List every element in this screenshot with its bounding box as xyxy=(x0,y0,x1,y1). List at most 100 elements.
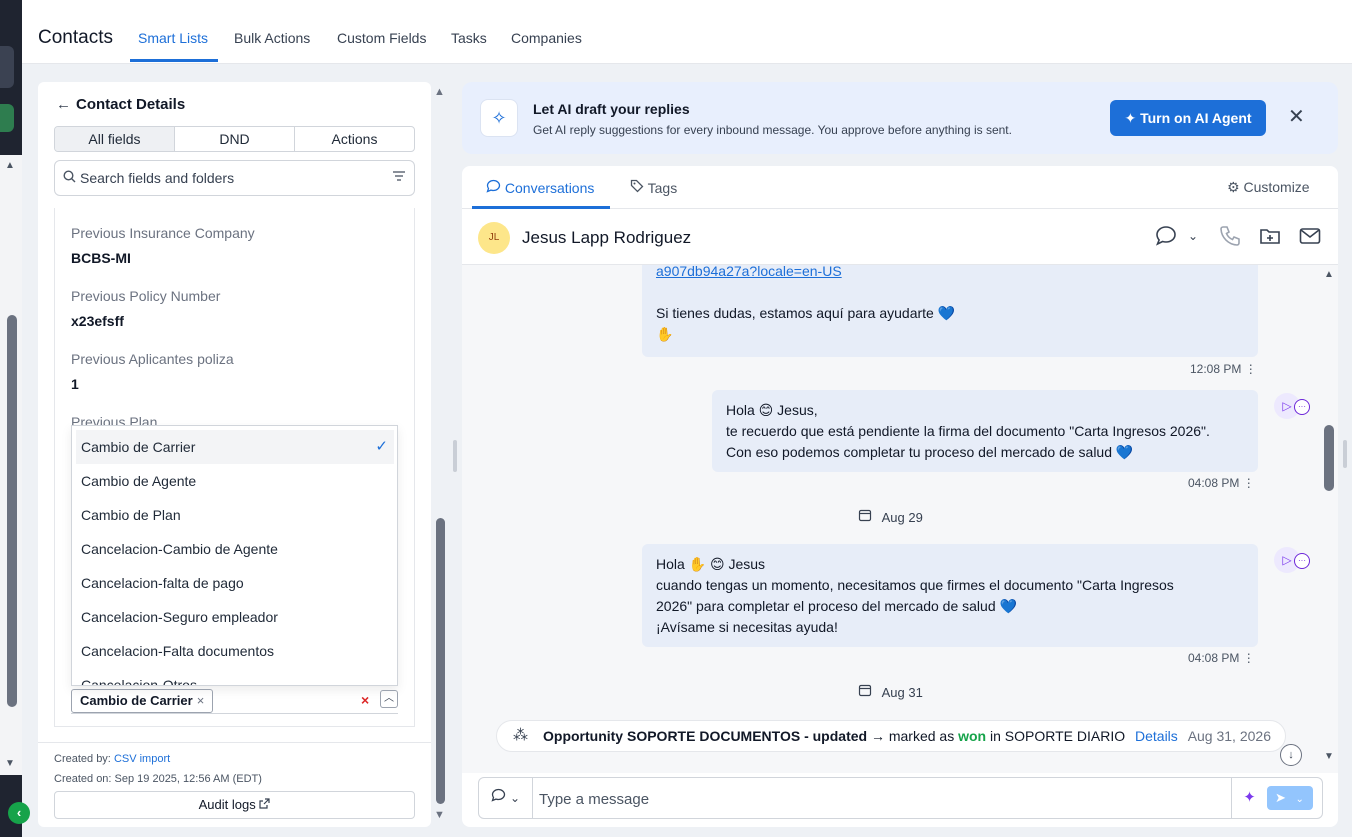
more-vertical-icon[interactable]: ⋮ xyxy=(1243,651,1255,665)
back-arrow-icon[interactable]: ← xyxy=(56,96,71,113)
clear-selection-icon[interactable]: × xyxy=(361,692,369,708)
dropdown-option[interactable]: Cancelacion-Otros xyxy=(76,668,394,685)
customize-button[interactable]: ⚙ Customize xyxy=(1227,179,1310,196)
previous-plan-dropdown: Cambio de Carrier ✓ Cambio de Agente Cam… xyxy=(71,425,398,686)
contact-header: JL Jesus Lapp Rodriguez ⌄ xyxy=(462,209,1338,265)
scroll-up-icon[interactable]: ▲ xyxy=(434,86,445,98)
tab-companies[interactable]: Companies xyxy=(511,30,582,46)
message-time: 04:08 PM ⋮ xyxy=(1188,651,1255,665)
chat-bubble-icon[interactable] xyxy=(1154,224,1178,253)
scroll-down-icon[interactable]: ▼ xyxy=(1324,751,1334,762)
selected-chip: Cambio de Carrier × xyxy=(71,689,214,713)
chevron-down-icon[interactable]: ⌄ xyxy=(1188,229,1198,243)
segment-all-fields[interactable]: All fields xyxy=(55,127,175,151)
tab-conversations[interactable]: Conversations xyxy=(486,179,594,196)
opportunity-activity: ⁂ Opportunity SOPORTE DOCUMENTOS - updat… xyxy=(496,720,1286,752)
folder-add-icon[interactable] xyxy=(1258,224,1282,253)
check-icon: ✓ xyxy=(375,438,388,455)
sparkle-icon: ✦ xyxy=(1124,110,1137,126)
dropdown-option[interactable]: Cambio de Agente xyxy=(76,464,394,498)
scroll-up-icon[interactable]: ▲ xyxy=(1324,269,1334,280)
field-label: Previous Policy Number xyxy=(71,288,221,304)
field-value[interactable]: x23efsff xyxy=(71,313,124,329)
chat-bubble-icon xyxy=(491,788,510,806)
channel-selector[interactable]: ⌄ xyxy=(479,778,533,818)
collapse-sidebar-icon[interactable]: ‹ xyxy=(8,802,30,824)
segment-dnd[interactable]: DND xyxy=(175,127,295,151)
scroll-down-icon[interactable]: ▼ xyxy=(5,758,15,769)
rail-toggle[interactable] xyxy=(0,46,14,88)
chevron-down-icon: ⌄ xyxy=(1295,794,1304,805)
remove-chip-icon[interactable]: × xyxy=(197,693,205,708)
message-scrollbar[interactable]: ▲ ▼ xyxy=(1320,265,1338,773)
chat-channel-icon: ··· xyxy=(1294,553,1310,569)
message-input[interactable] xyxy=(539,789,1219,809)
field-value[interactable]: BCBS-MI xyxy=(71,250,131,266)
scroll-down-icon[interactable]: ▼ xyxy=(434,809,445,821)
tab-custom-fields[interactable]: Custom Fields xyxy=(337,30,426,46)
message-thread: a907db94a27a?locale=en-US Si tienes duda… xyxy=(462,265,1320,773)
dropdown-option[interactable]: Cambio de Carrier ✓ xyxy=(76,430,394,464)
message-time: 12:08 PM ⋮ xyxy=(1190,362,1257,376)
active-tab-indicator xyxy=(130,59,218,62)
close-icon[interactable]: ✕ xyxy=(1288,104,1305,129)
field-label: Previous Insurance Company xyxy=(71,225,255,241)
message-composer: ⌄ ✦ ➤ ⌄ xyxy=(478,777,1323,819)
ai-banner-subtitle: Get AI reply suggestions for every inbou… xyxy=(533,123,1012,137)
top-header: Contacts Smart Lists Bulk Actions Custom… xyxy=(22,0,1352,64)
field-value[interactable]: 1 xyxy=(71,376,79,392)
contact-details-panel: ← Contact Details All fields DND Actions… xyxy=(38,82,431,827)
ai-sparkle-icon[interactable]: ✦ xyxy=(1231,778,1267,818)
segment-actions[interactable]: Actions xyxy=(295,127,414,151)
created-on: Created on: Sep 19 2025, 12:56 AM (EDT) xyxy=(54,773,262,785)
message-bubble: Hola 😊 Jesus, te recuerdo que está pendi… xyxy=(712,390,1258,472)
dropdown-option[interactable]: Cancelacion-Seguro empleador xyxy=(76,600,394,634)
calendar-icon xyxy=(858,509,876,525)
avatar[interactable]: JL xyxy=(478,222,510,254)
contact-name[interactable]: Jesus Lapp Rodriguez xyxy=(522,228,691,248)
message-bubble: Hola ✋ 😊 Jesus cuando tengas un momento,… xyxy=(642,544,1258,647)
filter-icon[interactable] xyxy=(392,169,406,186)
date-separator: Aug 31 xyxy=(858,683,923,700)
panel-resize-handle[interactable] xyxy=(453,440,457,472)
message-bubble: a907db94a27a?locale=en-US Si tienes duda… xyxy=(642,265,1258,357)
message-time: 04:08 PM ⋮ xyxy=(1188,476,1255,490)
calendar-icon xyxy=(858,684,876,700)
send-button[interactable]: ➤ ⌄ xyxy=(1267,786,1313,810)
workflow-icon: ⁂ xyxy=(513,727,528,744)
tab-bulk-actions[interactable]: Bulk Actions xyxy=(234,30,310,46)
message-link[interactable]: a907db94a27a?locale=en-US xyxy=(656,265,1244,282)
field-segment-control: All fields DND Actions xyxy=(54,126,415,152)
tab-tags[interactable]: Tags xyxy=(630,179,677,196)
scroll-up-icon[interactable]: ▲ xyxy=(5,160,15,171)
scroll-to-bottom-icon[interactable]: ↓ xyxy=(1280,744,1302,766)
right-resize-handle[interactable] xyxy=(1343,440,1347,468)
dropdown-option[interactable]: Cancelacion-falta de pago xyxy=(76,566,394,600)
rail-scroll-thumb[interactable] xyxy=(7,315,17,707)
tab-smart-lists[interactable]: Smart Lists xyxy=(138,30,208,46)
audit-logs-button[interactable]: Audit logs xyxy=(54,791,415,819)
phone-icon[interactable] xyxy=(1218,224,1242,253)
ai-draft-banner: ✧ Let AI draft your replies Get AI reply… xyxy=(462,82,1338,154)
more-vertical-icon[interactable]: ⋮ xyxy=(1243,476,1255,490)
turn-on-ai-agent-button[interactable]: ✦ Turn on AI Agent xyxy=(1110,100,1266,136)
contact-footer: Created by: CSV import Created on: Sep 1… xyxy=(38,742,431,827)
left-panel-scrollbar[interactable]: ▲ ▼ xyxy=(433,82,447,827)
message-scroll-thumb[interactable] xyxy=(1324,425,1334,491)
date-separator: Aug 29 xyxy=(858,508,923,525)
tab-tasks[interactable]: Tasks xyxy=(451,30,487,46)
created-by-link[interactable]: CSV import xyxy=(114,753,170,765)
left-scroll-thumb[interactable] xyxy=(436,518,445,804)
more-vertical-icon[interactable]: ⋮ xyxy=(1245,362,1257,376)
dropdown-option[interactable]: Cambio de Plan xyxy=(76,498,394,532)
details-link[interactable]: Details xyxy=(1135,728,1178,744)
chat-icon xyxy=(486,179,505,196)
dropdown-option[interactable]: Cancelacion-Cambio de Agente xyxy=(76,532,394,566)
dropdown-option[interactable]: Cancelacion-Falta documentos xyxy=(76,634,394,668)
search-fields-input[interactable] xyxy=(80,169,380,187)
app-rail: ▲ ▼ ‹ xyxy=(0,0,30,837)
mail-icon[interactable] xyxy=(1298,224,1322,253)
previous-plan-select[interactable]: Cambio de Carrier × × ︿ xyxy=(71,688,398,714)
chevron-up-icon[interactable]: ︿ xyxy=(380,690,398,708)
field-search-box xyxy=(54,160,415,196)
